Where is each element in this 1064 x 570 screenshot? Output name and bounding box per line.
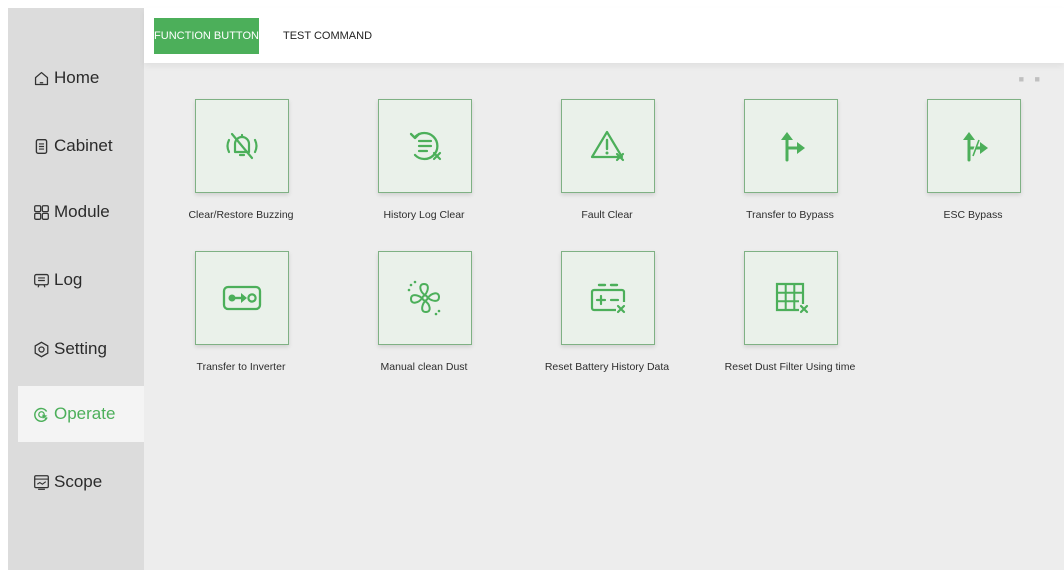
esc-bypass-button[interactable]: ESC Bypass xyxy=(903,99,1043,221)
setting-icon xyxy=(32,340,50,358)
history-log-clear-button[interactable]: History Log Clear xyxy=(354,99,494,221)
sidebar: Home Cabinet Module Log Setting Operate … xyxy=(8,8,144,570)
battery-reset-icon xyxy=(590,283,626,314)
function-tile xyxy=(744,251,838,345)
transfer-to-inverter-button[interactable]: Transfer to Inverter xyxy=(171,251,311,373)
function-label: Reset Battery History Data xyxy=(544,361,670,373)
fault-clear-button[interactable]: Fault Clear xyxy=(537,99,677,221)
reset-battery-history-data-button[interactable]: Reset Battery History Data xyxy=(537,251,677,373)
transfer-to-bypass-button[interactable]: Transfer to Bypass xyxy=(720,99,860,221)
nav-setting[interactable]: Setting xyxy=(18,321,144,377)
scope-icon xyxy=(32,473,50,491)
history-clear-icon xyxy=(409,131,442,161)
cabinet-icon xyxy=(32,137,50,155)
manual-clean-dust-button[interactable]: Manual clean Dust xyxy=(354,251,494,373)
home-icon xyxy=(32,69,50,87)
function-tile xyxy=(378,99,472,193)
nav-log-label: Log xyxy=(54,270,83,289)
function-grid: Clear/Restore Buzzing History Log Clear xyxy=(144,63,1064,570)
log-icon xyxy=(32,271,50,289)
nav-operate-label: Operate xyxy=(54,404,116,423)
nav-home-label: Home xyxy=(54,68,100,87)
function-tile xyxy=(195,99,289,193)
esc-bypass-icon xyxy=(963,132,988,162)
dust-filter-grid-icon xyxy=(775,282,809,314)
function-label: Reset Dust Filter Using time xyxy=(724,361,856,373)
function-label: History Log Clear xyxy=(383,209,465,221)
function-tile xyxy=(744,99,838,193)
function-tile xyxy=(561,251,655,345)
function-tile xyxy=(927,99,1021,193)
nav-log[interactable]: Log xyxy=(18,252,144,308)
fan-dust-icon xyxy=(407,280,441,316)
inverter-icon xyxy=(222,285,262,311)
module-icon xyxy=(32,203,50,221)
nav-module-label: Module xyxy=(54,202,110,221)
nav-cabinet-label: Cabinet xyxy=(54,136,113,155)
tab-test-command[interactable]: TEST COMMAND xyxy=(283,18,372,54)
reset-dust-filter-using-time-button[interactable]: Reset Dust Filter Using time xyxy=(720,251,860,373)
app-frame: Home Cabinet Module Log Setting Operate … xyxy=(8,8,1064,570)
function-label: ESC Bypass xyxy=(943,209,1003,221)
function-tile xyxy=(378,251,472,345)
nav-setting-label: Setting xyxy=(54,339,107,358)
nav-cabinet[interactable]: Cabinet xyxy=(18,118,144,174)
clear-restore-buzzing-button[interactable]: Clear/Restore Buzzing xyxy=(171,99,311,221)
fault-warning-icon xyxy=(590,130,625,162)
function-label: Transfer to Bypass xyxy=(746,209,834,221)
function-tile xyxy=(195,251,289,345)
nav-operate[interactable]: Operate xyxy=(18,386,144,442)
nav-home[interactable]: Home xyxy=(18,50,144,106)
operate-icon xyxy=(32,405,50,423)
nav-scope-label: Scope xyxy=(54,472,103,491)
top-tab-bar: FUNCTION BUTTON TEST COMMAND xyxy=(144,8,1064,63)
buzzer-mute-icon xyxy=(226,132,258,160)
nav-scope[interactable]: Scope xyxy=(18,454,144,510)
tab-function-button[interactable]: FUNCTION BUTTON xyxy=(154,18,259,54)
nav-module[interactable]: Module xyxy=(18,184,144,240)
function-label: Transfer to Inverter xyxy=(196,361,286,373)
function-label: Clear/Restore Buzzing xyxy=(188,209,294,221)
function-label: Fault Clear xyxy=(581,209,633,221)
bypass-arrow-icon xyxy=(781,132,805,162)
function-tile xyxy=(561,99,655,193)
function-label: Manual clean Dust xyxy=(380,361,468,373)
